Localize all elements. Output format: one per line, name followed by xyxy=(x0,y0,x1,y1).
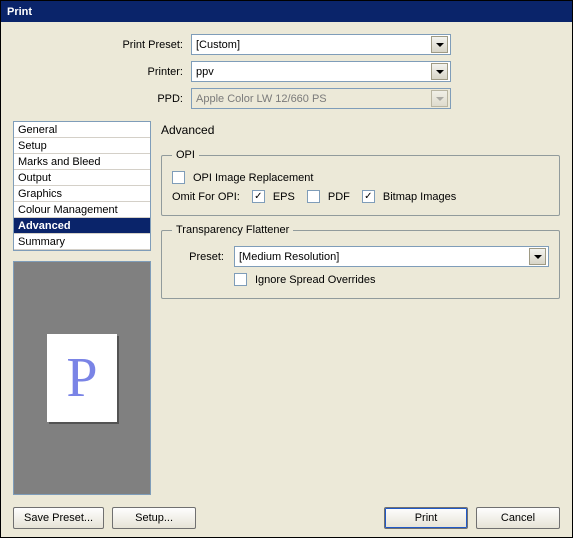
nav-list[interactable]: General Setup Marks and Bleed Output Gra… xyxy=(13,121,151,251)
omit-for-opi-label: Omit For OPI: xyxy=(172,191,240,203)
nav-item-general[interactable]: General xyxy=(14,122,150,138)
cancel-button[interactable]: Cancel xyxy=(476,507,560,529)
dialog-content: Print Preset: [Custom] Printer: ppv PPD:… xyxy=(1,22,572,537)
ppd-label: PPD: xyxy=(33,93,183,105)
checkbox-box xyxy=(234,273,247,286)
ppd-value: Apple Color LW 12/660 PS xyxy=(196,93,431,105)
chevron-down-icon xyxy=(534,255,542,259)
section-heading: Advanced xyxy=(161,121,560,141)
checkbox-box xyxy=(172,171,185,184)
omit-pdf-label: PDF xyxy=(328,191,350,203)
middle-area: General Setup Marks and Bleed Output Gra… xyxy=(13,121,560,495)
opi-group: OPI OPI Image Replacement Omit For OPI: … xyxy=(161,149,560,216)
print-preset-dropdown-button[interactable] xyxy=(431,36,448,53)
chevron-down-icon xyxy=(436,70,444,74)
print-button[interactable]: Print xyxy=(384,507,468,529)
nav-item-setup[interactable]: Setup xyxy=(14,138,150,154)
window-title: Print xyxy=(7,6,32,18)
print-preset-label: Print Preset: xyxy=(33,39,183,51)
setup-button[interactable]: Setup... xyxy=(112,507,196,529)
ppd-combo: Apple Color LW 12/660 PS xyxy=(191,88,451,109)
printer-combo[interactable]: ppv xyxy=(191,61,451,82)
opi-replacement-checkbox[interactable]: OPI Image Replacement xyxy=(172,171,313,184)
ignore-overrides-checkbox[interactable]: Ignore Spread Overrides xyxy=(234,273,375,286)
nav-item-summary[interactable]: Summary xyxy=(14,234,150,250)
preview-glyph: P xyxy=(66,346,97,410)
opi-legend: OPI xyxy=(172,149,199,161)
spacer xyxy=(204,507,376,529)
page-preview: P xyxy=(13,261,151,495)
omit-bitmap-label: Bitmap Images xyxy=(383,191,456,203)
chevron-down-icon xyxy=(436,43,444,47)
main-panel: Advanced OPI OPI Image Replacement Omit … xyxy=(161,121,560,495)
printer-value: ppv xyxy=(196,66,431,78)
transparency-flattener-group: Transparency Flattener Preset: [Medium R… xyxy=(161,224,560,299)
checkbox-box: ✓ xyxy=(252,190,265,203)
preview-page: P xyxy=(47,334,117,422)
print-dialog: Print Print Preset: [Custom] Printer: pp… xyxy=(0,0,573,538)
tf-legend: Transparency Flattener xyxy=(172,224,293,236)
ppd-dropdown-button xyxy=(431,90,448,107)
tf-preset-value: [Medium Resolution] xyxy=(239,251,529,263)
omit-eps-label: EPS xyxy=(273,191,295,203)
nav-item-output[interactable]: Output xyxy=(14,170,150,186)
opi-replacement-label: OPI Image Replacement xyxy=(193,172,313,184)
omit-bitmap-checkbox[interactable]: ✓ Bitmap Images xyxy=(362,190,456,203)
omit-eps-checkbox[interactable]: ✓ EPS xyxy=(252,190,295,203)
checkbox-box: ✓ xyxy=(362,190,375,203)
sidebar: General Setup Marks and Bleed Output Gra… xyxy=(13,121,151,495)
tf-preset-label: Preset: xyxy=(172,251,224,263)
tf-preset-combo[interactable]: [Medium Resolution] xyxy=(234,246,549,267)
print-preset-combo[interactable]: [Custom] xyxy=(191,34,451,55)
save-preset-button[interactable]: Save Preset... xyxy=(13,507,104,529)
button-row: Save Preset... Setup... Print Cancel xyxy=(13,501,560,529)
checkbox-box xyxy=(307,190,320,203)
nav-item-advanced[interactable]: Advanced xyxy=(14,218,150,234)
nav-item-colour-management[interactable]: Colour Management xyxy=(14,202,150,218)
ignore-overrides-label: Ignore Spread Overrides xyxy=(255,274,375,286)
nav-item-marks-and-bleed[interactable]: Marks and Bleed xyxy=(14,154,150,170)
print-preset-value: [Custom] xyxy=(196,39,431,51)
top-form: Print Preset: [Custom] Printer: ppv PPD:… xyxy=(33,34,560,109)
titlebar: Print xyxy=(1,1,572,22)
printer-label: Printer: xyxy=(33,66,183,78)
omit-pdf-checkbox[interactable]: PDF xyxy=(307,190,350,203)
chevron-down-icon xyxy=(436,97,444,101)
printer-dropdown-button[interactable] xyxy=(431,63,448,80)
tf-preset-dropdown-button[interactable] xyxy=(529,248,546,265)
nav-item-graphics[interactable]: Graphics xyxy=(14,186,150,202)
